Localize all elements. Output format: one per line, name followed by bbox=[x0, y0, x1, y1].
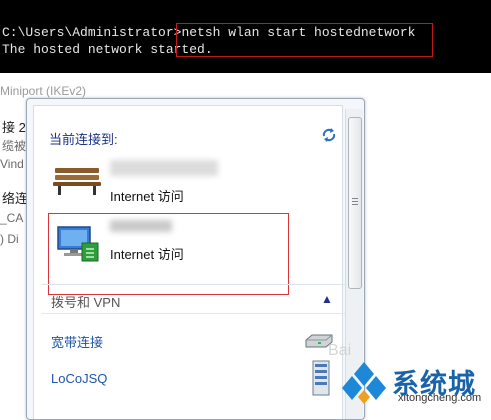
bg-text-f: ) Di bbox=[0, 232, 19, 246]
bg-text-b: 缆被 bbox=[2, 139, 27, 153]
baidu-watermark: Bai bbox=[328, 342, 352, 359]
broadband-connection-item[interactable]: 宽带连接 bbox=[51, 332, 103, 351]
bg-miniport-text: Miniport (IKEv2) bbox=[0, 84, 87, 98]
locojsq-vpn-item[interactable]: LoCoJSQ bbox=[51, 371, 107, 386]
chevron-up-icon[interactable]: ▲ bbox=[321, 292, 333, 306]
xitongcheng-logo-icon bbox=[342, 362, 386, 404]
bg-text-a: 接 2 bbox=[2, 120, 26, 135]
command-prompt-window: C:\Users\Administrator>netsh wlan start … bbox=[0, 0, 491, 73]
park-bench-network-icon bbox=[53, 168, 101, 195]
refresh-icon[interactable] bbox=[320, 126, 338, 144]
server-icon bbox=[312, 360, 330, 396]
network-computer-icon bbox=[57, 226, 99, 262]
network-2-name-blurred bbox=[110, 220, 172, 232]
console-prompt: C:\Users\Administrator> bbox=[2, 25, 182, 40]
command-highlight-box bbox=[176, 23, 433, 57]
dialup-vpn-section-title: 拨号和 VPN bbox=[51, 295, 121, 310]
currently-connected-title: 当前连接到: bbox=[49, 132, 118, 147]
scrollbar-grip-line bbox=[352, 204, 358, 205]
scrollbar-thumb[interactable] bbox=[348, 117, 362, 289]
network-2-access-label[interactable]: Internet 访问 bbox=[110, 244, 184, 263]
flyout-content: 当前连接到: Internet 访问 Internet 访问 拨号和 VPN ▲… bbox=[33, 105, 346, 419]
bg-text-d: 络连 bbox=[2, 191, 29, 206]
scrollbar-grip-line bbox=[352, 198, 358, 199]
section-divider bbox=[42, 284, 346, 285]
network-1-name-blurred bbox=[110, 160, 218, 176]
bg-text-e: _CA bbox=[0, 211, 24, 225]
watermark-site-url: xitongcheng.com bbox=[398, 392, 482, 404]
network-flyout: 当前连接到: Internet 访问 Internet 访问 拨号和 VPN ▲… bbox=[26, 98, 365, 420]
network-1-access-label[interactable]: Internet 访问 bbox=[110, 186, 184, 205]
bg-text-c: Vind bbox=[0, 157, 24, 171]
scrollbar-grip-line bbox=[352, 201, 358, 202]
section-divider-2 bbox=[42, 313, 346, 314]
